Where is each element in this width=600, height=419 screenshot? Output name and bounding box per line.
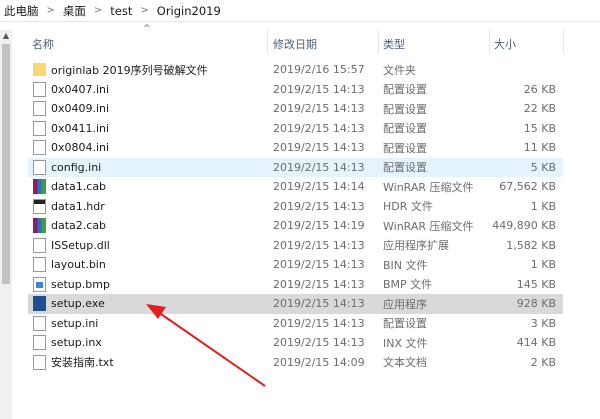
- annotation-arrow: [146, 304, 266, 387]
